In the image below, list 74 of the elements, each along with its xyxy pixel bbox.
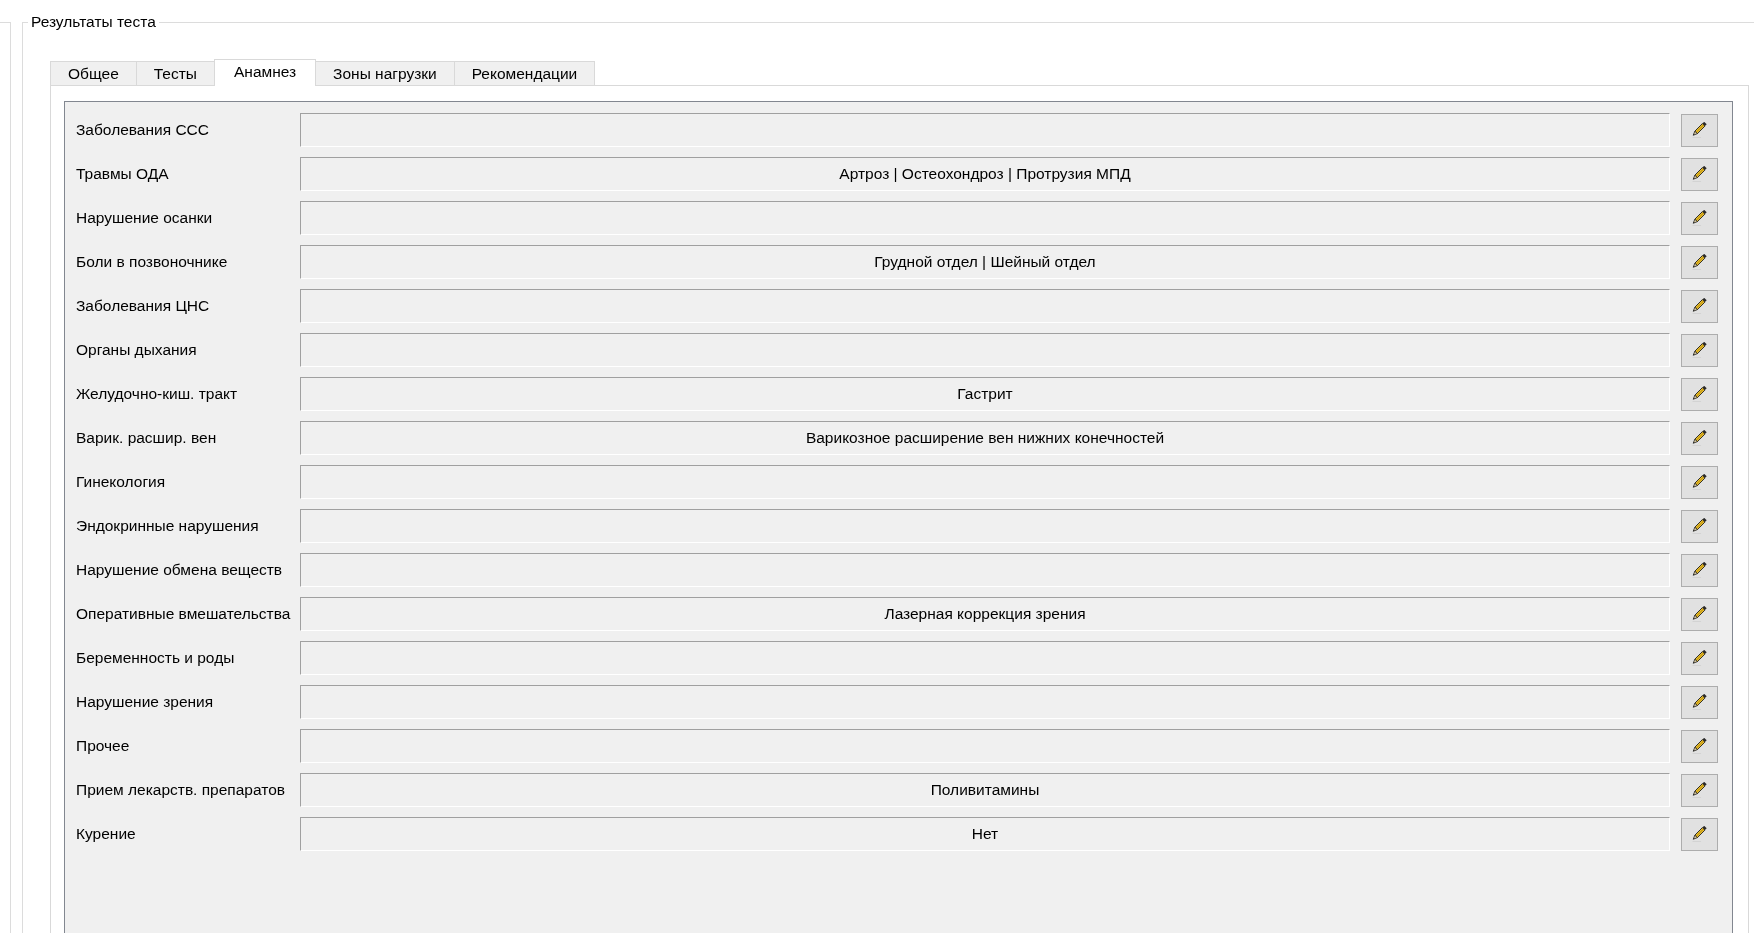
field-label: Оперативные вмешательства <box>76 605 291 623</box>
pencil-icon <box>1692 606 1707 622</box>
edit-button[interactable] <box>1681 377 1718 411</box>
pencil-icon <box>1692 826 1707 842</box>
group-title: Результаты теста <box>30 13 157 31</box>
edit-button[interactable] <box>1681 597 1718 631</box>
edit-button[interactable] <box>1681 245 1718 279</box>
field-label: Нарушение зрения <box>76 693 214 711</box>
field-label: Органы дыхания <box>76 341 197 359</box>
pencil-icon <box>1692 650 1707 666</box>
value-field[interactable]: Нет <box>300 817 1670 851</box>
pencil-icon <box>1692 738 1707 754</box>
pencil-icon <box>1692 254 1707 270</box>
field-label: Прочее <box>76 737 130 755</box>
value-field[interactable]: Варикозное расширение вен нижних конечностей <box>300 421 1670 455</box>
tab[interactable]: Рекомендации <box>453 61 596 85</box>
tab[interactable]: Анамнез <box>214 59 317 86</box>
edit-button[interactable] <box>1681 685 1718 719</box>
value-field[interactable]: Поливитамины <box>300 773 1670 807</box>
field-label: Эндокринные нарушения <box>76 517 259 535</box>
value-field[interactable] <box>300 465 1670 499</box>
value-field[interactable] <box>300 685 1670 719</box>
pencil-icon <box>1692 122 1707 138</box>
field-label: Нарушение обмена веществ <box>76 561 283 579</box>
edit-button[interactable] <box>1681 729 1718 763</box>
value-field[interactable]: Артроз | Остеохондроз | Протрузия МПД <box>300 157 1670 191</box>
pencil-icon <box>1692 342 1707 358</box>
pencil-icon <box>1692 694 1707 710</box>
edit-button[interactable] <box>1681 421 1718 455</box>
value-field[interactable] <box>300 289 1670 323</box>
pencil-icon <box>1692 210 1707 226</box>
pencil-icon <box>1692 562 1707 578</box>
tab[interactable]: Общее <box>50 61 137 85</box>
field-label: Боли в позвоночнике <box>76 253 228 271</box>
field-label: Курение <box>76 825 136 843</box>
field-label: Заболевания ССС <box>76 121 209 139</box>
field-label: Гинекология <box>76 473 166 491</box>
edit-button[interactable] <box>1681 289 1718 323</box>
pencil-icon <box>1692 518 1707 534</box>
edit-button[interactable] <box>1681 465 1718 499</box>
edit-button[interactable] <box>1681 157 1718 191</box>
edit-button[interactable] <box>1681 773 1718 807</box>
value-field[interactable] <box>300 333 1670 367</box>
value-field[interactable] <box>300 201 1670 235</box>
field-label: Заболевания ЦНС <box>76 297 210 315</box>
pencil-icon <box>1692 782 1707 798</box>
edit-button[interactable] <box>1681 641 1718 675</box>
value-field[interactable] <box>300 553 1670 587</box>
tab[interactable]: Зоны нагрузки <box>315 61 455 85</box>
field-label: Травмы ОДА <box>76 165 169 183</box>
tab[interactable]: Тесты <box>135 61 215 85</box>
pencil-icon <box>1692 430 1707 446</box>
edit-button[interactable] <box>1681 817 1718 851</box>
value-field[interactable]: Грудной отдел | Шейный отдел <box>300 245 1670 279</box>
edit-button[interactable] <box>1681 201 1718 235</box>
field-label: Желудочно-киш. тракт <box>76 385 238 403</box>
pencil-icon <box>1692 386 1707 402</box>
value-field[interactable]: Лазерная коррекция зрения <box>300 597 1670 631</box>
edit-button[interactable] <box>1681 113 1718 147</box>
value-field[interactable] <box>300 729 1670 763</box>
edit-button[interactable] <box>1681 509 1718 543</box>
edit-button[interactable] <box>1681 553 1718 587</box>
field-label: Нарушение осанки <box>76 209 213 227</box>
field-label: Варик. расшир. вен <box>76 429 217 447</box>
value-field[interactable] <box>300 641 1670 675</box>
field-label: Беременность и роды <box>76 649 235 667</box>
field-label: Прием лекарств. препаратов <box>76 781 286 799</box>
value-field[interactable] <box>300 113 1670 147</box>
edit-button[interactable] <box>1681 333 1718 367</box>
value-field[interactable]: Гастрит <box>300 377 1670 411</box>
pencil-icon <box>1692 474 1707 490</box>
pencil-icon <box>1692 298 1707 314</box>
pencil-icon <box>1692 166 1707 182</box>
value-field[interactable] <box>300 509 1670 543</box>
